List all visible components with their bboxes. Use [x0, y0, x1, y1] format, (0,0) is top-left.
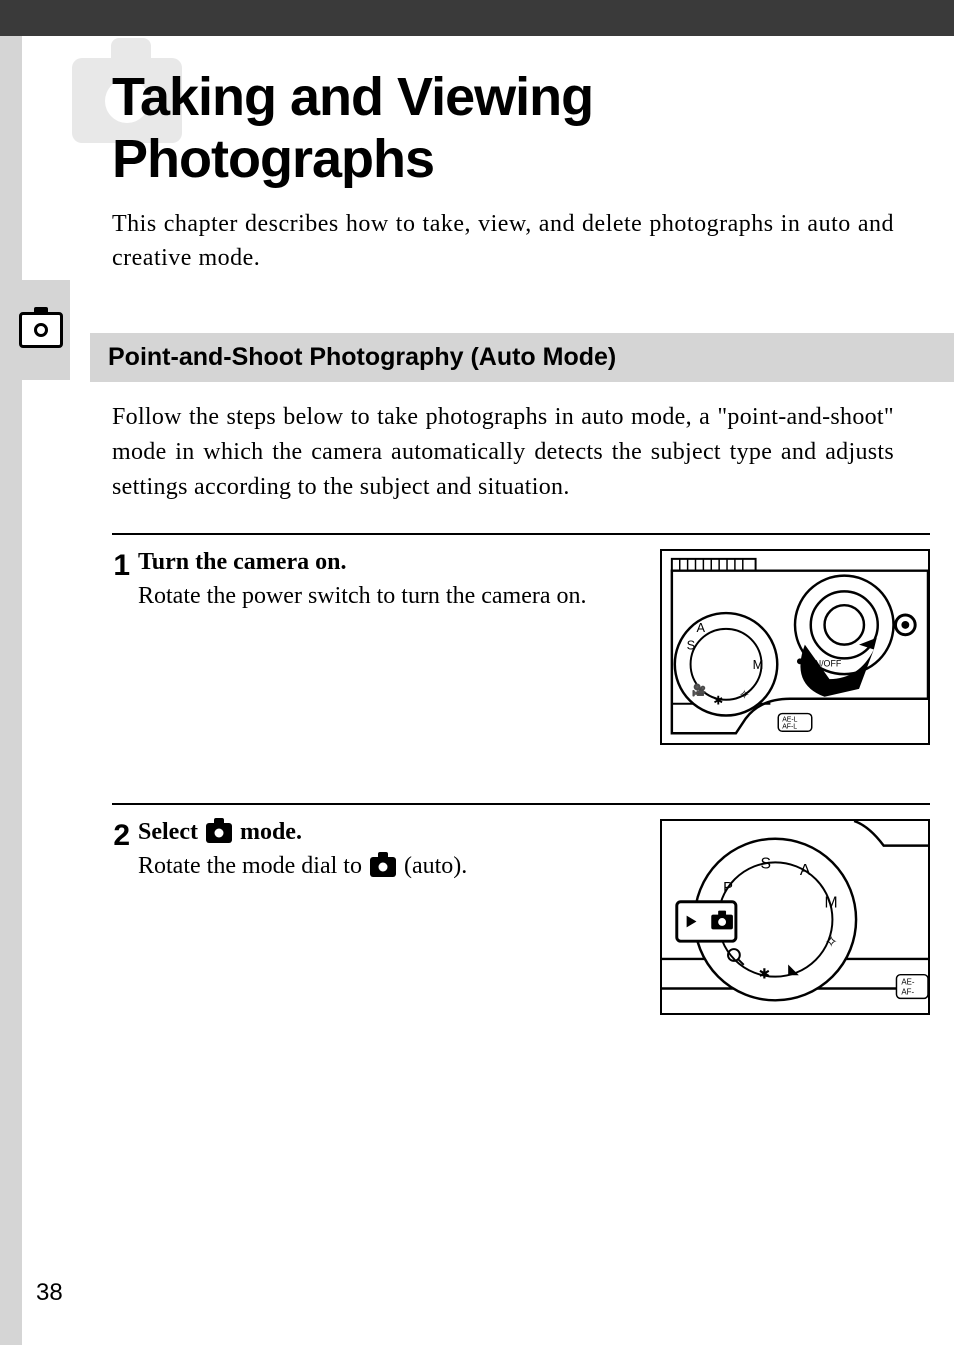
svg-text:✧: ✧ [739, 686, 750, 701]
step-2: 2 Select mode. Rotate the mode dial to (… [112, 803, 930, 1045]
svg-text:A: A [696, 619, 705, 634]
step-desc-post: (auto). [398, 853, 467, 879]
mode-dial-illustration: S A M ✧ P ✱ ◣ AE- [662, 821, 928, 1013]
svg-text:ON/OFF: ON/OFF [808, 658, 842, 668]
chapter-title: Taking and Viewing Photographs [112, 66, 894, 190]
step-title: Turn the camera on. [138, 549, 644, 576]
step-desc: Rotate the power switch to turn the came… [138, 580, 644, 614]
steps-list: 1 Turn the camera on. Rotate the power s… [22, 533, 954, 1045]
svg-text:M: M [753, 657, 764, 672]
svg-text:AE-: AE- [901, 977, 915, 986]
camera-auto-icon [206, 823, 232, 843]
step-title-pre: Select [138, 819, 204, 845]
section-heading: Point-and-Shoot Photography (Auto Mode) [90, 333, 954, 382]
camera-icon [19, 312, 63, 348]
step-title-post: mode. [234, 819, 302, 845]
svg-text:✱: ✱ [713, 693, 723, 707]
svg-text:🎥: 🎥 [692, 682, 707, 696]
mode-dial-figure: S A M ✧ P ✱ ◣ AE- [660, 819, 930, 1015]
svg-text:✱: ✱ [759, 966, 771, 981]
page-content: Taking and Viewing Photographs This chap… [22, 36, 954, 1045]
svg-text:✧: ✧ [825, 934, 838, 951]
section-body: Follow the steps below to take photograp… [22, 400, 954, 504]
svg-text:S: S [761, 855, 772, 872]
svg-text:AF-L: AF-L [782, 723, 797, 730]
chapter-intro: This chapter describes how to take, view… [112, 208, 894, 275]
camera-auto-icon [370, 857, 396, 877]
svg-text:AF-: AF- [901, 987, 914, 996]
svg-text:M: M [825, 894, 838, 911]
power-switch-figure: S A M ✧ ✱ 🎥 [660, 549, 930, 745]
step-desc: Rotate the mode dial to (auto). [138, 850, 644, 884]
top-bar [0, 0, 954, 36]
left-sidebar [0, 36, 22, 1345]
step-number: 2 [112, 819, 130, 851]
svg-text:P: P [723, 880, 733, 896]
page-number: 38 [36, 1279, 63, 1307]
svg-text:A: A [800, 862, 811, 879]
step-title: Select mode. [138, 819, 644, 846]
power-switch-illustration: S A M ✧ ✱ 🎥 [662, 551, 928, 743]
step-1: 1 Turn the camera on. Rotate the power s… [112, 533, 930, 775]
svg-text:◣: ◣ [788, 961, 799, 976]
step-number: 1 [112, 549, 130, 581]
step-desc-pre: Rotate the mode dial to [138, 853, 368, 879]
svg-text:S: S [687, 637, 696, 652]
title-area: Taking and Viewing Photographs This chap… [22, 36, 954, 295]
